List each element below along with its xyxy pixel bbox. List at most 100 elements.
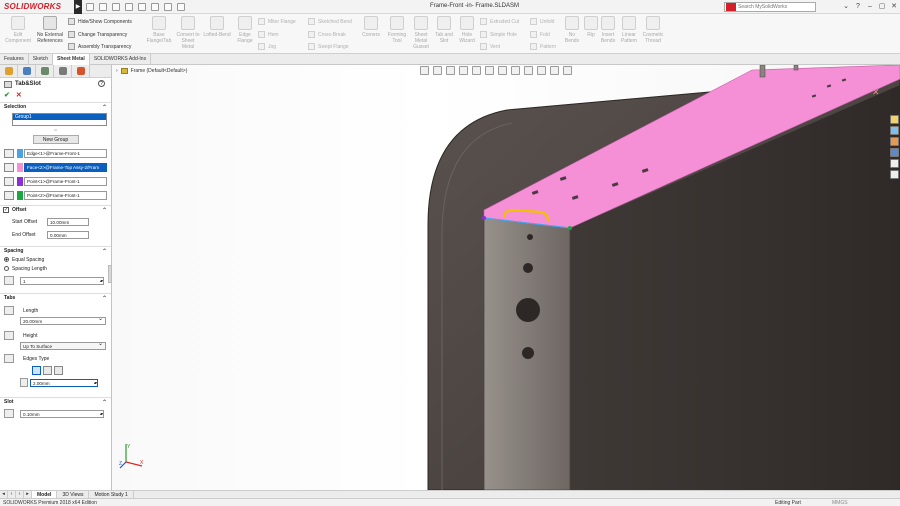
change-transparency-button[interactable]: Change Transparency [68, 31, 127, 38]
spacing-section-header[interactable]: Spacing ⌃ [0, 246, 111, 255]
cross-break-button[interactable]: Cross-Break [308, 31, 346, 38]
feature-manager-tab[interactable] [0, 65, 18, 77]
no-bends-button[interactable]: No Bends [562, 16, 582, 44]
insert-bends-button[interactable]: Insert Bends [598, 16, 618, 44]
spacing-length-radio[interactable]: Spacing Length [0, 264, 111, 273]
length-input[interactable]: 20.00mm [20, 316, 106, 325]
tab-sketch[interactable]: Sketch [29, 54, 54, 65]
edge-entity-field[interactable]: Edge<1>@Frame-Front-1 [24, 148, 107, 158]
simple-hole-button[interactable]: Simple Hole [480, 31, 517, 38]
save-icon[interactable] [112, 3, 120, 11]
first-tab-icon[interactable]: ◂ [0, 491, 8, 498]
tabs-section-header[interactable]: Tabs ⌃ [0, 293, 111, 302]
select-icon[interactable] [151, 3, 159, 11]
height-type-select[interactable]: Up To Surface [20, 341, 106, 350]
cancel-x-icon[interactable]: ✕ [16, 91, 22, 99]
sketched-bend-button[interactable]: Sketched Bend [308, 18, 352, 25]
configuration-manager-tab[interactable] [36, 65, 54, 77]
tab-model[interactable]: Model [32, 491, 58, 498]
selection-section-header[interactable]: Selection ⌃ [0, 102, 111, 111]
edge-size-input[interactable]: 2.00mm [30, 378, 98, 387]
assembly-transparency-button[interactable]: Assembly Transparency [68, 43, 131, 50]
hole-wizard-button[interactable]: Hole Wizard [456, 16, 478, 44]
start-offset-input[interactable]: 10.00mm [47, 218, 89, 226]
spacing-length-radio-dot[interactable] [4, 266, 9, 271]
jog-button[interactable]: Jog [258, 43, 276, 50]
rip-button[interactable]: Rip [584, 16, 598, 38]
hem-button[interactable]: Hem [258, 31, 279, 38]
solidworks-logo[interactable]: SOLIDWORKS [4, 2, 61, 11]
tab-solidworks-add-ins[interactable]: SOLIDWORKS Add-Ins [90, 54, 152, 65]
property-manager-tab[interactable] [18, 65, 36, 77]
tab-features[interactable]: Features [0, 54, 29, 65]
end-point-field[interactable]: Point<2>@Frame-Front-1 [24, 190, 107, 200]
linear-pattern-button[interactable]: Linear Pattern [618, 16, 640, 44]
unit-system-label[interactable]: MMGS [832, 500, 848, 506]
offset-section-header[interactable]: ✓ Offset ⌃ [0, 205, 111, 214]
ok-check-icon[interactable]: ✔ [4, 91, 10, 99]
swept-flange-button[interactable]: Swept Flange [308, 43, 349, 50]
help-icon[interactable]: ? [852, 0, 864, 14]
end-point-entity-row[interactable]: Point<2>@Frame-Front-1 [4, 190, 107, 200]
start-point-entity-row[interactable]: Point<1>@Frame-Front-1 [4, 176, 107, 186]
slot-clearance-input[interactable]: 0.10mm [20, 409, 104, 418]
sheet-metal-gusset-button[interactable]: Sheet Metal Gusset [410, 16, 432, 50]
view-palette-icon[interactable] [889, 148, 899, 157]
unfold-button[interactable]: Unfold [530, 18, 554, 25]
file-explorer-icon[interactable] [889, 137, 899, 146]
start-point-field[interactable]: Point<1>@Frame-Front-1 [24, 176, 107, 186]
no-external-references-button[interactable]: No External References [36, 16, 64, 44]
miter-flange-button[interactable]: Miter Flange [258, 18, 296, 25]
minimize-icon[interactable]: – [864, 0, 876, 14]
design-library-icon[interactable] [889, 126, 899, 135]
solidworks-resources-icon[interactable] [889, 115, 899, 124]
extruded-cut-button[interactable]: Extruded Cut [480, 18, 519, 25]
panel-splitter-handle[interactable] [108, 265, 112, 283]
base-flange-button[interactable]: Base Flange/Tab [144, 16, 174, 44]
edge-flange-button[interactable]: Edge Flange [234, 16, 256, 44]
tab-and-slot-button[interactable]: Tab and Slot [434, 16, 454, 44]
group-item[interactable]: Group1 [13, 114, 106, 120]
tab-3d-views[interactable]: 3D Views [57, 491, 90, 498]
slot-section-header[interactable]: Slot ⌃ [0, 397, 111, 406]
last-tab-icon[interactable]: ▸ [24, 491, 32, 498]
equal-spacing-radio[interactable]: Equal Spacing [0, 255, 111, 264]
appearances-icon[interactable] [889, 159, 899, 168]
convert-to-sheet-metal-button[interactable]: Convert to Sheet Metal [175, 16, 201, 50]
vent-button[interactable]: Vent [480, 43, 500, 50]
group-list[interactable]: Group1 [12, 113, 107, 126]
lofted-bend-button[interactable]: Lofted-Bend [201, 16, 233, 38]
fold-button[interactable]: Fold [530, 31, 550, 38]
new-group-button[interactable]: New Group [32, 135, 79, 144]
display-manager-tab[interactable] [72, 65, 90, 77]
face-entity-row[interactable]: Face<2>@Frame-Top Assy-2/Fram [4, 162, 107, 172]
pattern-button[interactable]: Pattern [530, 43, 556, 50]
edge-entity-row[interactable]: Edge<1>@Frame-Front-1 [4, 148, 107, 158]
end-offset-input[interactable]: 0.00mm [47, 231, 89, 239]
new-doc-icon[interactable] [86, 3, 94, 11]
close-icon[interactable]: ✕ [888, 0, 900, 14]
graphics-area[interactable]: › Frame (Default<Default>) ✕ Y X Z [112, 65, 900, 490]
open-doc-icon[interactable] [99, 3, 107, 11]
hide-show-components-button[interactable]: Hide/Show Components [68, 18, 132, 25]
undo-icon[interactable] [138, 3, 146, 11]
model-render[interactable]: ✕ [112, 65, 900, 490]
options-icon[interactable] [177, 3, 185, 11]
prev-tab-icon[interactable]: ‹ [8, 491, 16, 498]
forming-tool-button[interactable]: Forming Tool [386, 16, 408, 44]
chamfer-edge-button[interactable] [54, 366, 63, 375]
tab-sheet-metal[interactable]: Sheet Metal [53, 54, 90, 65]
fillet-edge-button[interactable] [43, 366, 52, 375]
pm-help-icon[interactable]: ? [98, 80, 105, 87]
offset-checkbox[interactable]: ✓ [3, 207, 9, 213]
next-tab-icon[interactable]: › [16, 491, 24, 498]
print-icon[interactable] [125, 3, 133, 11]
search-dropdown-icon[interactable]: ⌄ [840, 0, 852, 14]
restore-icon[interactable]: ▢ [876, 0, 888, 14]
corners-button[interactable]: Corners [360, 16, 382, 38]
rebuild-icon[interactable] [164, 3, 172, 11]
equal-spacing-radio-dot[interactable] [4, 257, 9, 262]
sharp-edge-button[interactable] [32, 366, 41, 375]
face-entity-field[interactable]: Face<2>@Frame-Top Assy-2/Fram [24, 162, 107, 172]
cosmetic-thread-button[interactable]: Cosmetic Thread [642, 16, 664, 44]
